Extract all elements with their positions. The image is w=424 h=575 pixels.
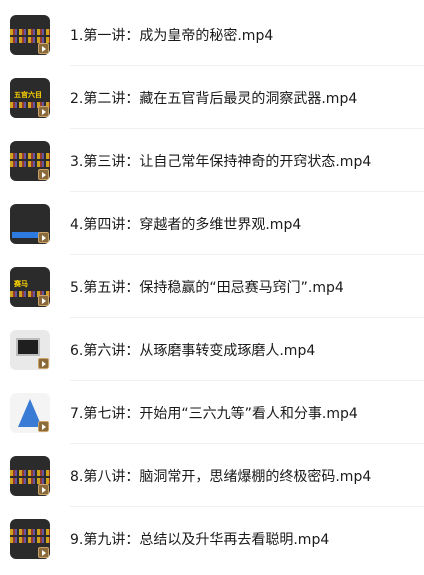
file-row-9[interactable]: 9.第九讲：总结以及升华再去看聪明.mp4 — [0, 508, 424, 570]
file-row-1[interactable]: 1.第一讲：成为皇帝的秘密.mp4 — [0, 4, 424, 66]
video-thumbnail-icon — [10, 393, 50, 433]
file-name: 9.第九讲：总结以及升华再去看聪明.mp4 — [70, 532, 330, 548]
play-icon — [38, 169, 49, 180]
file-row-2[interactable]: 五官六目 2.第二讲：藏在五官背后最灵的洞察武器.mp4 — [0, 67, 424, 129]
file-list: 1.第一讲：成为皇帝的秘密.mp4 五官六目 2.第二讲：藏在五官背后最灵的洞察… — [0, 0, 424, 575]
file-name: 6.第六讲：从琢磨事转变成琢磨人.mp4 — [70, 343, 316, 359]
file-name: 1.第一讲：成为皇帝的秘密.mp4 — [70, 28, 274, 44]
file-row-6[interactable]: 6.第六讲：从琢磨事转变成琢磨人.mp4 — [0, 319, 424, 381]
play-icon — [38, 484, 49, 495]
file-row-4[interactable]: 4.第四讲：穿越者的多维世界观.mp4 — [0, 193, 424, 255]
play-icon — [38, 547, 49, 558]
video-thumbnail-icon — [10, 204, 50, 244]
file-row-8[interactable]: 8.第八讲：脑洞常开，思绪爆棚的终极密码.mp4 — [0, 445, 424, 507]
thumbnail-caption: 五官六目 — [14, 91, 42, 99]
file-name: 8.第八讲：脑洞常开，思绪爆棚的终极密码.mp4 — [70, 469, 372, 485]
file-row-7[interactable]: 7.第七讲：开始用“三六九等”看人和分事.mp4 — [0, 382, 424, 444]
play-icon — [38, 43, 49, 54]
video-thumbnail-icon — [10, 15, 50, 55]
video-thumbnail-icon — [10, 456, 50, 496]
play-icon — [38, 232, 49, 243]
play-icon — [38, 358, 49, 369]
play-icon — [38, 295, 49, 306]
file-name: 3.第三讲：让自己常年保持神奇的开窍状态.mp4 — [70, 154, 372, 170]
play-icon — [38, 421, 49, 432]
video-thumbnail-icon: 赛马 — [10, 267, 50, 307]
thumbnail-caption: 赛马 — [14, 280, 28, 288]
video-thumbnail-icon — [10, 141, 50, 181]
video-thumbnail-icon: 五官六目 — [10, 78, 50, 118]
file-name: 2.第二讲：藏在五官背后最灵的洞察武器.mp4 — [70, 91, 358, 107]
file-name: 4.第四讲：穿越者的多维世界观.mp4 — [70, 217, 302, 233]
play-icon — [38, 106, 49, 117]
file-row-3[interactable]: 3.第三讲：让自己常年保持神奇的开窍状态.mp4 — [0, 130, 424, 192]
file-name: 5.第五讲：保持稳赢的“田忌赛马窍门”.mp4 — [70, 280, 344, 296]
file-name: 7.第七讲：开始用“三六九等”看人和分事.mp4 — [70, 406, 358, 422]
video-thumbnail-icon — [10, 519, 50, 559]
video-thumbnail-icon — [10, 330, 50, 370]
file-row-5[interactable]: 赛马 5.第五讲：保持稳赢的“田忌赛马窍门”.mp4 — [0, 256, 424, 318]
